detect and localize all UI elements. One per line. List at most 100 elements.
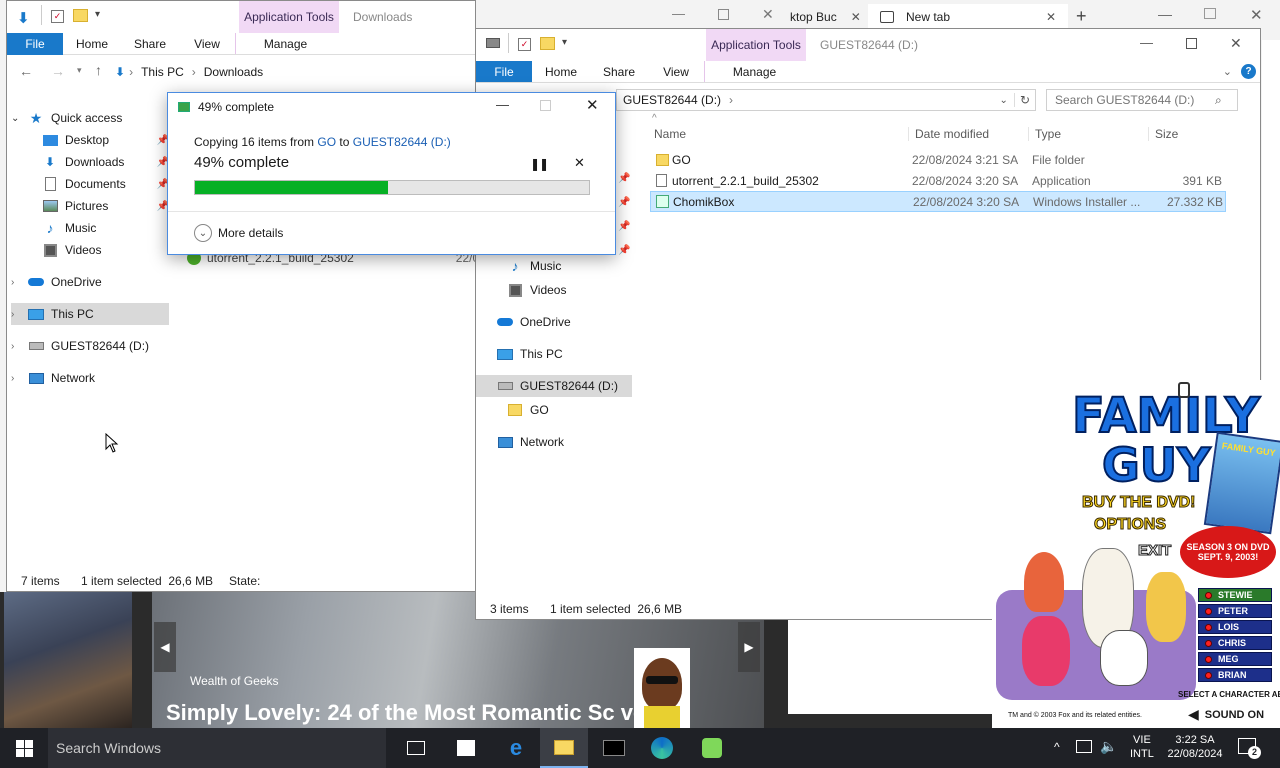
refresh-icon[interactable]: ↻ <box>1013 93 1035 107</box>
character-button[interactable]: BRIAN <box>1198 668 1272 682</box>
next-arrow-icon[interactable]: ▶ <box>738 622 760 672</box>
network-tray-icon[interactable] <box>1076 740 1092 753</box>
up-arrow-icon[interactable]: ↑ <box>95 62 102 78</box>
recent-dropdown-icon[interactable]: ▾ <box>77 65 82 76</box>
store-icon[interactable] <box>442 728 490 768</box>
nav-onedrive[interactable]: OneDrive <box>476 311 632 333</box>
terminal-icon[interactable] <box>590 728 638 768</box>
nav-network[interactable]: › Network <box>11 367 169 389</box>
nav-videos[interactable]: Videos <box>11 239 169 261</box>
close-icon[interactable]: ✕ <box>1230 35 1242 52</box>
qat-dropdown-icon[interactable]: ▾ <box>562 37 567 48</box>
options-button[interactable]: OPTIONS <box>1093 516 1166 534</box>
collapse-ribbon-icon[interactable]: ⌄ <box>1223 61 1232 82</box>
close-icon[interactable]: ✕ <box>851 10 861 24</box>
nav-this-pc[interactable]: › This PC <box>11 303 169 325</box>
column-type[interactable]: Type <box>1028 127 1148 141</box>
notification-icon[interactable]: 2 <box>1238 738 1261 759</box>
ribbon-tab-share[interactable]: Share <box>590 61 648 82</box>
prev-arrow-icon[interactable]: ◀ <box>154 622 176 672</box>
breadcrumb[interactable]: ⬇ › This PC › Downloads <box>115 61 475 83</box>
source-link[interactable]: GO <box>317 135 336 149</box>
column-date[interactable]: Date modified <box>908 127 1028 141</box>
forward-arrow-icon[interactable]: → <box>51 63 65 79</box>
browser-tab-new[interactable]: New tab ✕ <box>868 4 1068 30</box>
app-icon[interactable] <box>688 728 736 768</box>
nav-music[interactable]: ♪ Music <box>476 255 632 277</box>
character-button[interactable]: MEG <box>1198 652 1272 666</box>
file-row[interactable]: GO 22/08/2024 3:21 SA File folder <box>650 149 1226 170</box>
expanded-chevron-icon[interactable]: ⌄ <box>11 113 27 124</box>
exit-button[interactable]: EXIT <box>1137 542 1171 560</box>
destination-link[interactable]: GUEST82644 (D:) <box>353 135 451 149</box>
article-headline[interactable]: Simply Lovely: 24 of the Most Romantic S… <box>166 700 654 726</box>
properties-icon[interactable]: ✓ <box>51 10 64 23</box>
file-row-selected[interactable]: ChomikBox 22/08/2024 3:20 SA Windows Ins… <box>650 191 1226 212</box>
nav-network[interactable]: Network <box>476 431 632 453</box>
language-indicator[interactable]: VIE INTL <box>1130 733 1154 761</box>
ribbon-tab-home[interactable]: Home <box>63 33 121 54</box>
restore-icon[interactable] <box>1204 8 1216 19</box>
help-icon[interactable]: ? <box>1241 64 1256 79</box>
maximize-icon[interactable] <box>1186 38 1197 49</box>
ribbon-tab-home[interactable]: Home <box>532 61 590 82</box>
qat-dropdown-icon[interactable]: ▾ <box>95 9 100 20</box>
taskbar-search[interactable]: Search Windows <box>48 728 386 768</box>
breadcrumb-item[interactable]: This PC <box>141 65 184 79</box>
clock[interactable]: 3:22 SA 22/08/2024 <box>1160 733 1230 761</box>
nav-folder-go[interactable]: GO <box>476 399 632 421</box>
minimize-icon[interactable]: — <box>1140 35 1153 50</box>
nav-onedrive[interactable]: › OneDrive <box>11 271 169 293</box>
task-view-icon[interactable] <box>392 728 440 768</box>
edge-legacy-icon[interactable]: e <box>492 728 540 768</box>
cancel-icon[interactable]: ✕ <box>574 155 585 171</box>
search-input[interactable] <box>1055 93 1215 107</box>
ribbon-tab-file[interactable]: File <box>7 33 63 55</box>
new-folder-icon[interactable] <box>540 37 555 50</box>
breadcrumb-item[interactable]: Downloads <box>204 65 263 79</box>
new-folder-icon[interactable] <box>73 9 88 22</box>
close-icon[interactable]: ✕ <box>1046 10 1056 24</box>
new-tab-plus-icon[interactable]: + <box>1076 6 1087 27</box>
nav-videos[interactable]: Videos <box>476 279 632 301</box>
maximize-icon[interactable] <box>718 9 729 20</box>
character-button[interactable]: LOIS <box>1198 620 1272 634</box>
close-icon[interactable]: ✕ <box>762 6 774 23</box>
sound-toggle[interactable]: ◀ SOUND ON <box>1188 706 1264 723</box>
character-button[interactable]: CHRIS <box>1198 636 1272 650</box>
column-size[interactable]: Size <box>1148 127 1226 141</box>
edge-icon[interactable] <box>638 728 686 768</box>
nav-documents[interactable]: Documents 📌 <box>11 173 169 195</box>
back-arrow-icon[interactable]: ← <box>19 63 33 79</box>
family-guy-ad[interactable]: FAMILY GUY FAMILY GUY BUY THE DVD! OPTIO… <box>992 380 1280 728</box>
ribbon-tab-manage[interactable]: Manage <box>704 61 804 82</box>
minimize-icon[interactable]: — <box>496 97 509 112</box>
nav-this-pc[interactable]: This PC <box>476 343 632 365</box>
nav-pictures[interactable]: Pictures 📌 <box>11 195 169 217</box>
close-icon[interactable]: ✕ <box>586 96 599 114</box>
character-button[interactable]: PETER <box>1198 604 1272 618</box>
collapsed-chevron-icon[interactable]: › <box>11 341 27 352</box>
file-row[interactable]: utorrent_2.2.1_build_25302 22/08/2024 3:… <box>650 170 1226 191</box>
ribbon-tab-view[interactable]: View <box>648 61 704 82</box>
collapsed-chevron-icon[interactable]: › <box>11 373 27 384</box>
nav-music[interactable]: ♪ Music <box>11 217 169 239</box>
collapsed-chevron-icon[interactable]: › <box>11 309 27 320</box>
nav-desktop[interactable]: Desktop 📌 <box>11 129 169 151</box>
properties-icon[interactable]: ✓ <box>518 38 531 51</box>
address-dropdown-icon[interactable]: ⌄ <box>1000 95 1008 106</box>
nav-drive-d[interactable]: GUEST82644 (D:) <box>476 375 632 397</box>
volume-icon[interactable]: 🔈 <box>1100 738 1117 755</box>
pause-icon[interactable]: ❚❚ <box>530 157 549 171</box>
ribbon-tab-view[interactable]: View <box>179 33 235 54</box>
start-button[interactable] <box>0 728 48 768</box>
nav-drive-d[interactable]: › GUEST82644 (D:) <box>11 335 169 357</box>
search-box[interactable]: ⌕ <box>1046 89 1238 111</box>
minimize-icon[interactable]: — <box>1158 6 1172 22</box>
more-details-button[interactable]: ⌄ More details <box>194 224 283 242</box>
ribbon-tab-file[interactable]: File <box>476 61 532 82</box>
close-icon[interactable]: ✕ <box>1250 6 1263 24</box>
column-name[interactable]: Name <box>646 127 908 141</box>
character-button[interactable]: STEWIE <box>1198 588 1272 602</box>
nav-downloads[interactable]: ⬇ Downloads 📌 <box>11 151 169 173</box>
